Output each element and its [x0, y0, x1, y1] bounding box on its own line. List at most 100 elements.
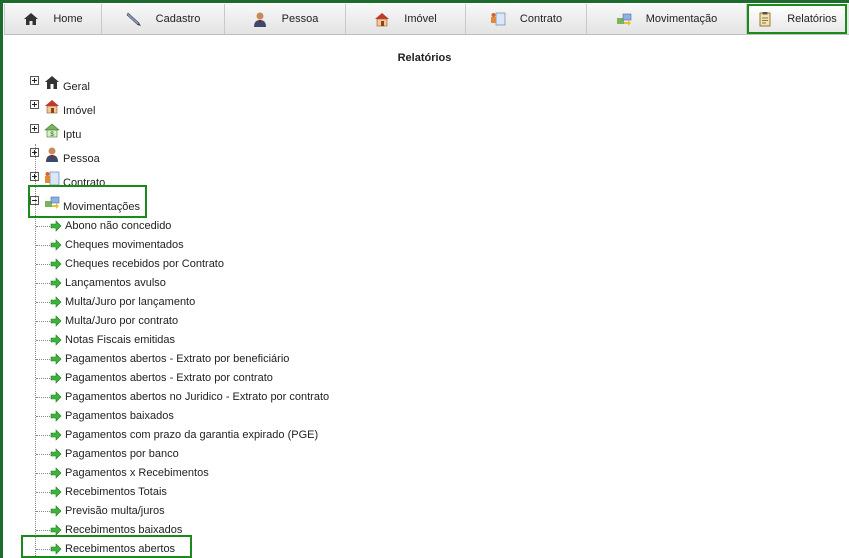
arrow-right-icon — [50, 391, 62, 403]
arrow-right-icon — [50, 334, 62, 346]
report-item-label: Recebimentos abertos — [65, 543, 176, 555]
menu-relatorios[interactable]: Relatórios — [747, 4, 847, 34]
report-item[interactable]: Multa/Juro por lançamento — [36, 293, 436, 311]
movement-icon — [45, 196, 60, 209]
report-item-label: Recebimentos baixados — [65, 524, 183, 536]
report-item-label: Pagamentos abertos - Extrato por benefic… — [65, 353, 290, 365]
menu-label: Imóvel — [404, 13, 437, 25]
report-item[interactable]: Lançamentos avulso — [36, 274, 436, 292]
report-item-label: Pagamentos com prazo da garantia expirad… — [65, 429, 319, 441]
arrow-right-icon — [50, 353, 62, 365]
tree-connector — [36, 245, 50, 246]
report-item[interactable]: Recebimentos abertos — [36, 540, 436, 558]
report-item[interactable]: Pagamentos abertos - Extrato por benefic… — [36, 350, 436, 368]
report-item[interactable]: Abono não concedido — [36, 217, 436, 235]
report-item-label: Multa/Juro por contrato — [65, 315, 179, 327]
arrow-right-icon — [50, 220, 62, 232]
home-icon — [45, 76, 59, 89]
pen-icon — [126, 12, 141, 26]
house-icon — [45, 100, 59, 114]
arrow-right-icon — [50, 372, 62, 384]
report-item-label: Lançamentos avulso — [65, 277, 166, 289]
tree-connector — [36, 340, 50, 341]
report-item[interactable]: Previsão multa/juros — [36, 502, 436, 520]
house-icon — [375, 13, 390, 27]
report-item-label: Recebimentos Totais — [65, 486, 167, 498]
arrow-right-icon — [50, 505, 62, 517]
contract-icon — [45, 171, 60, 186]
report-item[interactable]: Pagamentos x Recebimentos — [36, 464, 436, 482]
top-menu: Home Cadastro Pessoa Imóvel Contrato Mov… — [4, 4, 849, 35]
home-icon — [24, 13, 39, 25]
person-icon — [46, 147, 58, 162]
report-item-label: Pagamentos por banco — [65, 448, 179, 460]
arrow-right-icon — [50, 296, 62, 308]
arrow-right-icon — [50, 258, 62, 270]
tree-connector — [36, 397, 50, 398]
report-item[interactable]: Cheques recebidos por Contrato — [36, 255, 436, 273]
report-item[interactable]: Multa/Juro por contrato — [36, 312, 436, 330]
report-item-label: Cheques movimentados — [65, 239, 184, 251]
report-item[interactable]: Pagamentos abertos no Juridico - Extrato… — [36, 388, 436, 406]
menu-pessoa[interactable]: Pessoa — [225, 4, 346, 34]
report-item-label: Previsão multa/juros — [65, 505, 165, 517]
report-item-label: Multa/Juro por lançamento — [65, 296, 196, 308]
report-item-label: Pagamentos baixados — [65, 410, 174, 422]
menu-contrato[interactable]: Contrato — [466, 4, 587, 34]
report-item-label: Pagamentos x Recebimentos — [65, 467, 209, 479]
tree-connector — [36, 549, 50, 550]
arrow-right-icon — [50, 467, 62, 479]
tree-connector — [36, 378, 50, 379]
tree-connector — [36, 302, 50, 303]
tree-connector — [36, 264, 50, 265]
tree-connector — [36, 435, 50, 436]
report-item-label: Notas Fiscais emitidas — [65, 334, 176, 346]
expand-icon[interactable] — [30, 100, 39, 109]
report-item[interactable]: Recebimentos baixados — [36, 521, 436, 539]
tree-connector — [36, 226, 50, 227]
arrow-right-icon — [50, 486, 62, 498]
tree-connector — [36, 416, 50, 417]
menu-home[interactable]: Home — [4, 4, 102, 34]
report-item-label: Abono não concedido — [65, 220, 172, 232]
report-item-label: Pagamentos abertos no Juridico - Extrato… — [65, 391, 330, 403]
tree-node-label: Contrato — [63, 177, 106, 189]
menu-cadastro[interactable]: Cadastro — [102, 4, 225, 34]
tree-connector — [36, 359, 50, 360]
tree-connector — [36, 321, 50, 322]
tree-connector — [36, 473, 50, 474]
report-item[interactable]: Pagamentos abertos - Extrato por contrat… — [36, 369, 436, 387]
menu-label: Home — [53, 13, 83, 25]
menu-label: Contrato — [519, 13, 563, 25]
expand-icon[interactable] — [30, 76, 39, 85]
expand-icon[interactable] — [30, 124, 39, 133]
menu-label: Movimentação — [645, 13, 718, 25]
report-item[interactable]: Pagamentos por banco — [36, 445, 436, 463]
report-item-label: Pagamentos abertos - Extrato por contrat… — [65, 372, 273, 384]
report-item[interactable]: Pagamentos baixados — [36, 407, 436, 425]
menu-label: Pessoa — [281, 13, 319, 25]
arrow-right-icon — [50, 410, 62, 422]
report-item[interactable]: Cheques movimentados — [36, 236, 436, 254]
page-title: Relatórios — [397, 52, 452, 64]
report-item[interactable]: Pagamentos com prazo da garantia expirad… — [36, 426, 436, 444]
tree-connector — [36, 511, 50, 512]
report-item[interactable]: Recebimentos Totais — [36, 483, 436, 501]
person-icon — [253, 12, 266, 27]
arrow-right-icon — [50, 239, 62, 251]
menu-movimentacao[interactable]: Movimentação — [587, 4, 747, 34]
tree-connector — [36, 283, 50, 284]
tree-connector — [36, 492, 50, 493]
tree-node-label: Movimentações — [63, 201, 141, 213]
tree-node-label: Imóvel — [63, 105, 96, 117]
report-item[interactable]: Notas Fiscais emitidas — [36, 331, 436, 349]
tree-node-label: Geral — [63, 81, 90, 93]
menu-imovel[interactable]: Imóvel — [346, 4, 466, 34]
report-icon — [759, 12, 771, 27]
arrow-right-icon — [50, 543, 62, 555]
iptu-icon: $ — [44, 123, 60, 138]
tree-connector — [36, 530, 50, 531]
arrow-right-icon — [50, 448, 62, 460]
arrow-right-icon — [50, 315, 62, 327]
movement-icon — [616, 13, 632, 26]
